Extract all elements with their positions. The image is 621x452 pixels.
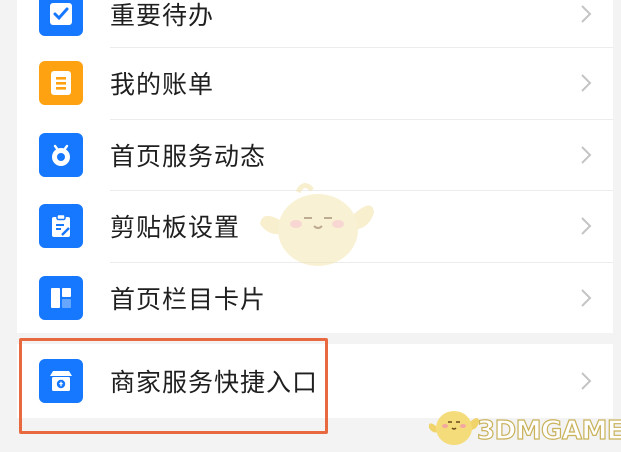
menu-item-label: 我的账单 (110, 70, 215, 99)
chevron-right-icon (575, 72, 597, 94)
column-card-icon (39, 276, 83, 320)
chevron-right-icon (575, 3, 597, 25)
highlight-box (19, 338, 328, 434)
clipboard-icon (39, 204, 83, 248)
menu-item-important-todo[interactable]: 重要待办 (17, 0, 613, 50)
settings-card: 重要待办 我的账单 首页服务动态 剪贴板设置 首页栏目卡片 (17, 0, 613, 333)
menu-item-label: 首页服务动态 (110, 142, 267, 171)
chevron-right-icon (575, 370, 597, 392)
watermark-text: 3DMGAME (476, 415, 621, 446)
watermark-logo-icon (428, 404, 480, 452)
mascot-watermark-icon (258, 180, 376, 276)
service-feed-icon (39, 133, 83, 177)
chevron-right-icon (575, 144, 597, 166)
menu-item-my-bill[interactable]: 我的账单 (17, 47, 613, 119)
todo-check-icon (39, 0, 83, 36)
menu-item-label: 剪贴板设置 (110, 213, 241, 242)
chevron-right-icon (575, 215, 597, 237)
chevron-right-icon (575, 287, 597, 309)
bill-icon (39, 61, 83, 105)
menu-item-label: 重要待办 (110, 1, 215, 30)
menu-item-label: 首页栏目卡片 (110, 285, 267, 314)
